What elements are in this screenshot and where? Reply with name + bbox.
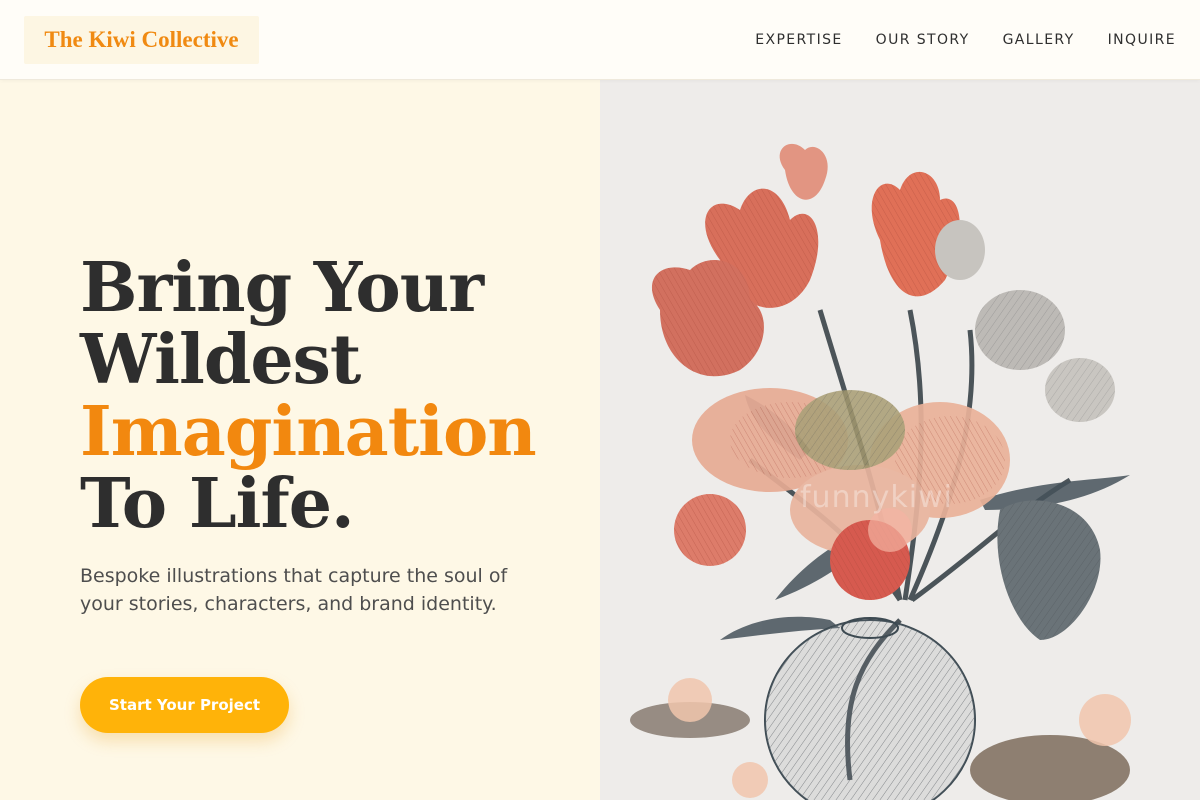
headline-line-2: Wildest [80,320,361,400]
nav-our-story[interactable]: OUR STORY [876,32,970,48]
nav-gallery[interactable]: GALLERY [1003,32,1075,48]
hero-image: funnykiwi [600,80,1200,800]
headline-line-4: To Life. [80,464,355,544]
start-project-button[interactable]: Start Your Project [80,677,289,733]
site-logo[interactable]: The Kiwi Collective [24,16,259,64]
main-nav: EXPERTISE OUR STORY GALLERY INQUIRE [755,0,1176,80]
nav-inquire[interactable]: INQUIRE [1108,32,1176,48]
headline-accent: Imagination [80,392,537,472]
hero-headline: Bring Your Wildest Imagination To Life. [80,252,560,540]
site-header: The Kiwi Collective EXPERTISE OUR STORY … [0,0,1200,80]
headline-line-1: Bring Your [80,248,484,328]
nav-expertise[interactable]: EXPERTISE [755,32,842,48]
image-watermark: funnykiwi [800,480,953,515]
hero-subtitle: Bespoke illustrations that capture the s… [80,565,508,615]
flower-bouquet-illustration [600,80,1200,800]
